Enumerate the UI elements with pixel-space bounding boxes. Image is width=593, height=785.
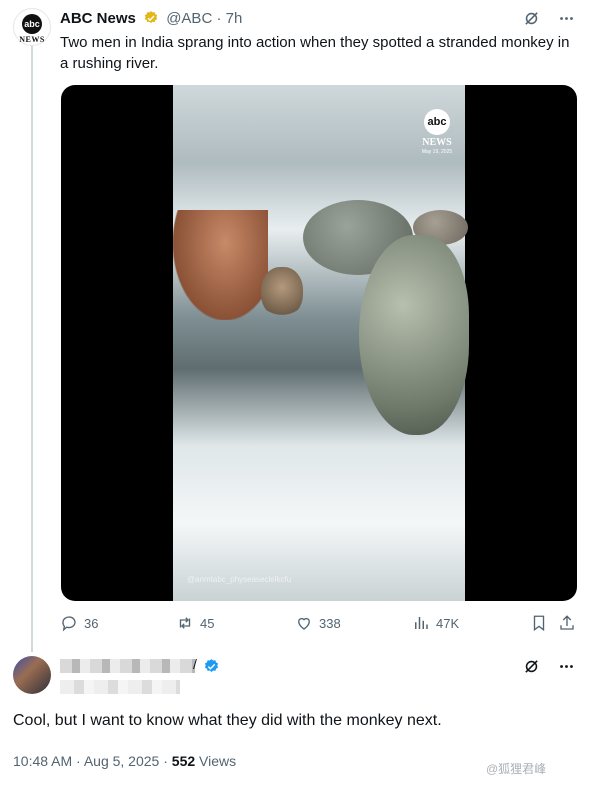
author-name[interactable]: ABC News: [60, 10, 136, 27]
rock-shape: [359, 235, 469, 435]
reply-count: 36: [84, 616, 99, 631]
reply-views-count: 552: [171, 753, 196, 769]
blurred-reply-name: [60, 659, 195, 673]
reply-text: Cool, but I want to know what they did w…: [13, 712, 442, 729]
thread-connector-line: [31, 44, 33, 652]
repost-count: 45: [200, 616, 215, 631]
tweet-text: Two men in India sprang into action when…: [60, 34, 570, 72]
share-icon: [560, 615, 574, 630]
like-count: 338: [319, 616, 341, 631]
reply-avatar[interactable]: [13, 656, 51, 694]
video-logo-news: NEWS: [422, 137, 452, 148]
time-separator: ·: [216, 10, 222, 27]
reply-header-actions: [509, 658, 575, 680]
reply-icon: [62, 616, 76, 632]
tweet-time[interactable]: 7h: [226, 10, 243, 27]
video-credit-overlay: @anmtabc_physeaseclelkcfu: [187, 575, 292, 584]
reply-views-label: Views: [195, 753, 237, 769]
blurred-reply-handle: [60, 680, 180, 694]
author-handle[interactable]: @ABC: [166, 10, 212, 27]
like-button[interactable]: 338: [295, 614, 341, 632]
verified-badge-icon: [144, 11, 158, 24]
more-icon[interactable]: [558, 658, 575, 680]
more-icon[interactable]: [558, 10, 575, 32]
video-date-overlay: May 19, 2025: [421, 149, 453, 155]
tweet-video[interactable]: abc NEWS May 19, 2025 @anmtabc_physeasec…: [61, 85, 577, 601]
repost-icon: [179, 617, 191, 629]
grok-icon[interactable]: [523, 658, 540, 680]
tweet-header: ABC News @ABC · 7h: [60, 10, 242, 27]
grok-icon[interactable]: [523, 10, 540, 32]
views-icon: [415, 617, 428, 629]
tweet-actions-bar: 36 45 338 47K: [60, 614, 580, 636]
weibo-watermark: @狐狸君峰: [486, 762, 547, 776]
bookmark-icon: [533, 615, 545, 632]
tweet-header-actions: [509, 10, 575, 32]
like-icon: [298, 617, 310, 630]
video-abc-news-logo: abc NEWS May 19, 2025: [417, 109, 457, 155]
repost-button[interactable]: 45: [176, 614, 214, 632]
avatar-news-label: NEWS: [19, 35, 45, 44]
verified-badge-icon: [204, 659, 219, 672]
share-button[interactable]: [558, 614, 582, 632]
monkey-figure: [261, 267, 303, 317]
views-count: 47K: [436, 616, 460, 631]
reply-meta: 10:48 AM · Aug 5, 2025 · 552 Views: [13, 753, 236, 769]
reply-timestamp[interactable]: 10:48 AM · Aug 5, 2025 ·: [13, 753, 172, 769]
man-figure: [173, 210, 268, 320]
reply-name-suffix: /: [193, 656, 197, 672]
abc-news-avatar[interactable]: abc NEWS: [13, 8, 51, 46]
video-frame: abc NEWS May 19, 2025 @anmtabc_physeasec…: [173, 85, 469, 601]
video-logo-abc: abc: [424, 109, 450, 135]
reply-button[interactable]: 36: [60, 614, 98, 632]
avatar-abc-logo: abc: [22, 14, 42, 34]
views-button[interactable]: 47K: [412, 614, 459, 632]
bookmark-button[interactable]: [530, 614, 554, 632]
